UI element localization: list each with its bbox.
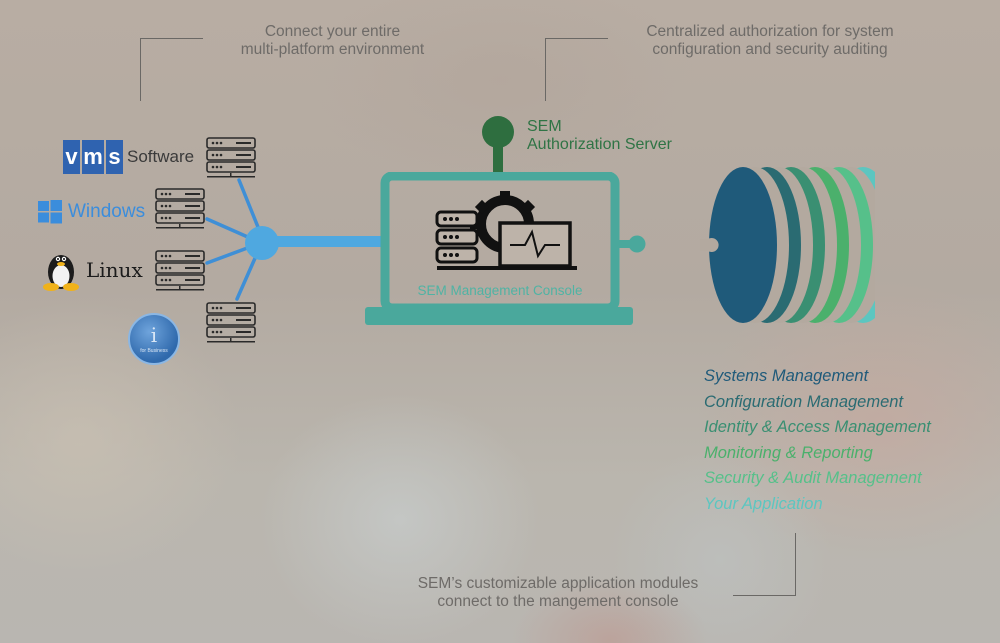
auth-server-node	[482, 116, 514, 177]
auth-server-label: SEM Authorization Server	[527, 118, 672, 154]
hub-node	[245, 226, 279, 260]
vms-software-label: Software	[127, 147, 195, 166]
module-item: Monitoring & Reporting	[704, 443, 873, 462]
console-label: SEM Management Console	[417, 283, 583, 298]
ibm-i-label: for Business	[140, 347, 168, 354]
module-item: Your Application	[704, 494, 823, 513]
link-vms	[237, 178, 262, 234]
link-ibmi	[235, 254, 258, 301]
auth-server-label-line1: SEM	[527, 118, 562, 135]
server-vms-icon	[206, 137, 256, 178]
monitor-icon	[498, 221, 572, 268]
module-stack	[700, 167, 875, 323]
windows-logo: Windows	[38, 200, 145, 224]
console-icon	[435, 191, 577, 270]
vms-letter-m: m	[82, 140, 104, 174]
linux-label: Linux	[86, 258, 143, 282]
server-linux-icon	[155, 250, 205, 291]
modules-bracket	[733, 533, 796, 596]
windows-label: Windows	[68, 201, 146, 222]
tux-penguin-icon	[43, 255, 79, 291]
modules-caption: SEM’s customizable application modules c…	[388, 575, 728, 611]
module-disk	[709, 167, 777, 323]
modules-caption-line1: SEM’s customizable application modules	[417, 575, 699, 592]
management-console: SEM Management Console	[365, 172, 646, 327]
ibm-i-for-business-logo: i for Business	[128, 313, 180, 365]
vms-letter-v: v	[63, 140, 80, 174]
windows-icon	[38, 200, 62, 224]
vms-software-logo: v m s Software	[63, 140, 194, 174]
module-item: Configuration Management	[704, 392, 904, 411]
puzzle-notch	[700, 238, 719, 252]
module-item: Identity & Access Management	[704, 418, 931, 436]
vms-letter-s: s	[106, 140, 123, 174]
server-ibmi-icon	[206, 302, 256, 343]
auth-server-label-line2: Authorization Server	[527, 136, 672, 153]
module-list: Systems Management Configuration Manageme…	[704, 364, 931, 517]
link-linux	[205, 245, 252, 265]
server-windows-icon	[155, 188, 205, 229]
link-windows	[205, 217, 252, 240]
ibm-i-glyph: i	[150, 322, 158, 347]
module-item: Systems Management	[704, 367, 869, 385]
module-item: Security & Audit Management	[704, 469, 922, 487]
linux-logo: Linux	[42, 248, 143, 292]
modules-caption-line2: connect to the mangement console	[437, 593, 679, 610]
